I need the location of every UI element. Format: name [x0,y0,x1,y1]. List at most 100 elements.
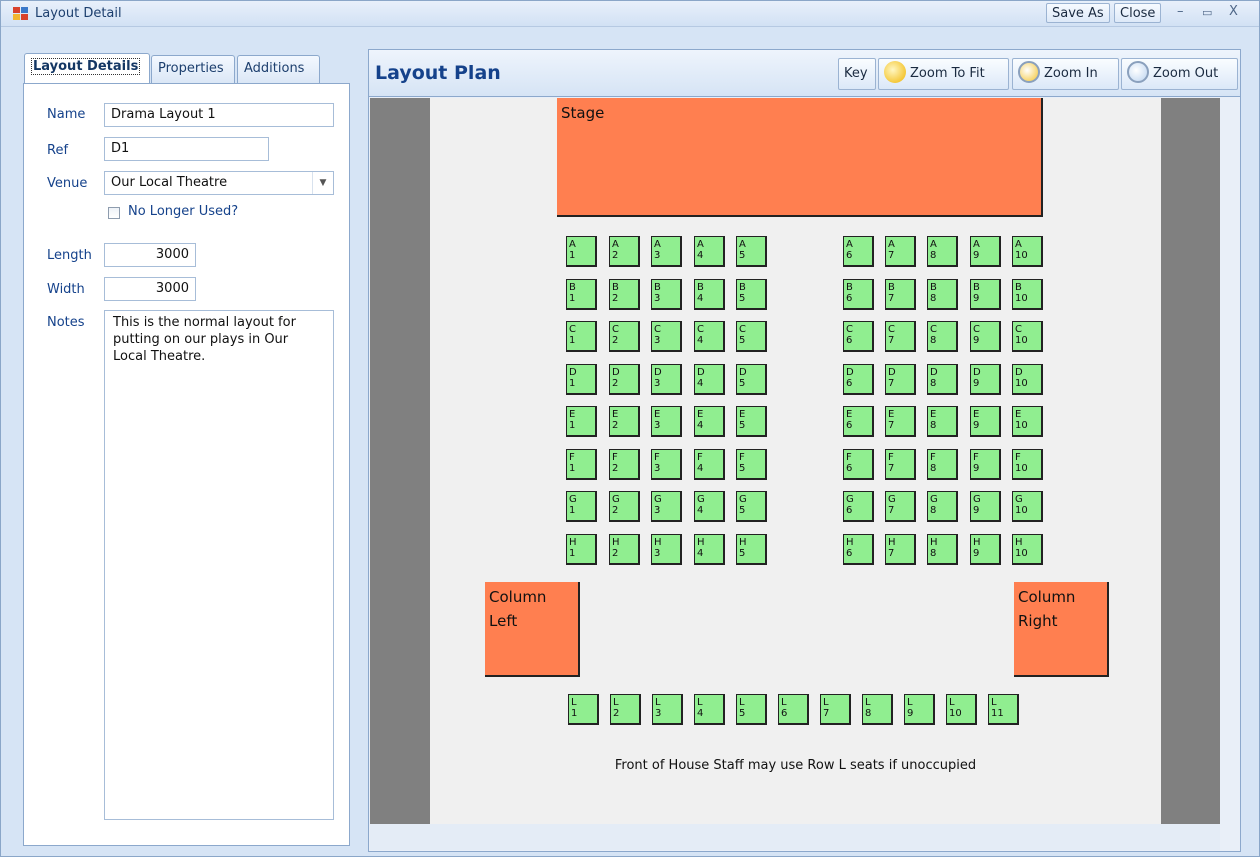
seat-f2[interactable]: F2 [609,449,640,480]
seat-b2[interactable]: B2 [609,279,640,310]
seat-a8[interactable]: A8 [927,236,958,267]
seat-d7[interactable]: D7 [885,364,916,395]
seat-a3[interactable]: A3 [651,236,682,267]
seat-h6[interactable]: H6 [843,534,874,565]
seat-g5[interactable]: G5 [736,491,767,522]
no-longer-used-label[interactable]: No Longer Used? [128,204,238,219]
seat-c5[interactable]: C5 [736,321,767,352]
seat-a9[interactable]: A9 [970,236,1001,267]
seat-b5[interactable]: B5 [736,279,767,310]
seat-a4[interactable]: A4 [694,236,725,267]
width-field[interactable]: 3000 [104,277,196,301]
seat-g1[interactable]: G1 [566,491,597,522]
length-field[interactable]: 3000 [104,243,196,267]
seat-g6[interactable]: G6 [843,491,874,522]
seat-d3[interactable]: D3 [651,364,682,395]
save-as-button[interactable]: Save As [1046,3,1110,23]
seat-a7[interactable]: A7 [885,236,916,267]
seat-d6[interactable]: D6 [843,364,874,395]
seat-e7[interactable]: E7 [885,406,916,437]
seat-h7[interactable]: H7 [885,534,916,565]
seat-e4[interactable]: E4 [694,406,725,437]
seat-c7[interactable]: C7 [885,321,916,352]
seat-b3[interactable]: B3 [651,279,682,310]
seat-c4[interactable]: C4 [694,321,725,352]
seat-e9[interactable]: E9 [970,406,1001,437]
seat-f5[interactable]: F5 [736,449,767,480]
seat-g7[interactable]: G7 [885,491,916,522]
seat-l7[interactable]: L7 [820,694,851,725]
seat-d8[interactable]: D8 [927,364,958,395]
seat-b8[interactable]: B8 [927,279,958,310]
seat-e3[interactable]: E3 [651,406,682,437]
close-button[interactable]: Close [1114,3,1162,23]
seat-l6[interactable]: L6 [778,694,809,725]
seat-l11[interactable]: L 11 [988,694,1019,725]
venue-select[interactable]: Our Local Theatre ▼ [104,171,334,195]
seat-c2[interactable]: C2 [609,321,640,352]
seat-e1[interactable]: E1 [566,406,597,437]
seat-l5[interactable]: L5 [736,694,767,725]
seat-f7[interactable]: F7 [885,449,916,480]
seat-c8[interactable]: C8 [927,321,958,352]
seat-b7[interactable]: B7 [885,279,916,310]
seat-h9[interactable]: H9 [970,534,1001,565]
seat-h10[interactable]: H 10 [1012,534,1043,565]
seat-g9[interactable]: G9 [970,491,1001,522]
seat-g8[interactable]: G8 [927,491,958,522]
seat-d9[interactable]: D9 [970,364,1001,395]
tab-additions[interactable]: Additions [237,55,320,83]
seat-a5[interactable]: A5 [736,236,767,267]
seat-f4[interactable]: F4 [694,449,725,480]
seat-g4[interactable]: G4 [694,491,725,522]
seat-e6[interactable]: E6 [843,406,874,437]
seat-d10[interactable]: D 10 [1012,364,1043,395]
seat-l4[interactable]: L4 [694,694,725,725]
notes-textarea[interactable]: This is the normal layout for putting on… [104,310,334,820]
seat-d4[interactable]: D4 [694,364,725,395]
key-button[interactable]: Key [838,58,876,90]
seat-l10[interactable]: L 10 [946,694,977,725]
chevron-down-icon[interactable]: ▼ [312,172,333,194]
seat-a2[interactable]: A2 [609,236,640,267]
maximize-icon[interactable]: ▭ [1202,6,1212,19]
seat-f10[interactable]: F 10 [1012,449,1043,480]
seat-f1[interactable]: F1 [566,449,597,480]
seat-g10[interactable]: G 10 [1012,491,1043,522]
no-longer-used-checkbox[interactable] [108,207,120,219]
seat-c6[interactable]: C6 [843,321,874,352]
seat-g3[interactable]: G3 [651,491,682,522]
tab-properties[interactable]: Properties [151,55,235,83]
seat-a10[interactable]: A 10 [1012,236,1043,267]
seat-b1[interactable]: B1 [566,279,597,310]
tab-layout-details[interactable]: Layout Details [24,53,150,84]
seat-f6[interactable]: F6 [843,449,874,480]
seat-f3[interactable]: F3 [651,449,682,480]
seat-f8[interactable]: F8 [927,449,958,480]
zoom-out-button[interactable]: Zoom Out [1121,58,1238,90]
seat-h1[interactable]: H1 [566,534,597,565]
seat-b4[interactable]: B4 [694,279,725,310]
seat-c9[interactable]: C9 [970,321,1001,352]
seat-h3[interactable]: H3 [651,534,682,565]
seat-e5[interactable]: E5 [736,406,767,437]
seat-l2[interactable]: L2 [610,694,641,725]
seat-f9[interactable]: F9 [970,449,1001,480]
seat-h2[interactable]: H2 [609,534,640,565]
close-icon[interactable]: X [1229,4,1238,19]
seat-l9[interactable]: L9 [904,694,935,725]
seat-d1[interactable]: D1 [566,364,597,395]
seat-c1[interactable]: C1 [566,321,597,352]
seat-b10[interactable]: B 10 [1012,279,1043,310]
stage-block[interactable]: Stage [557,98,1043,217]
seat-a1[interactable]: A1 [566,236,597,267]
seat-e8[interactable]: E8 [927,406,958,437]
ref-field[interactable]: D1 [104,137,269,161]
column-left-block[interactable]: Column Left [485,582,580,677]
seat-c10[interactable]: C 10 [1012,321,1043,352]
seat-g2[interactable]: G2 [609,491,640,522]
seat-l8[interactable]: L8 [862,694,893,725]
minimize-icon[interactable]: – [1177,4,1184,19]
column-right-block[interactable]: Column Right [1014,582,1109,677]
seat-c3[interactable]: C3 [651,321,682,352]
